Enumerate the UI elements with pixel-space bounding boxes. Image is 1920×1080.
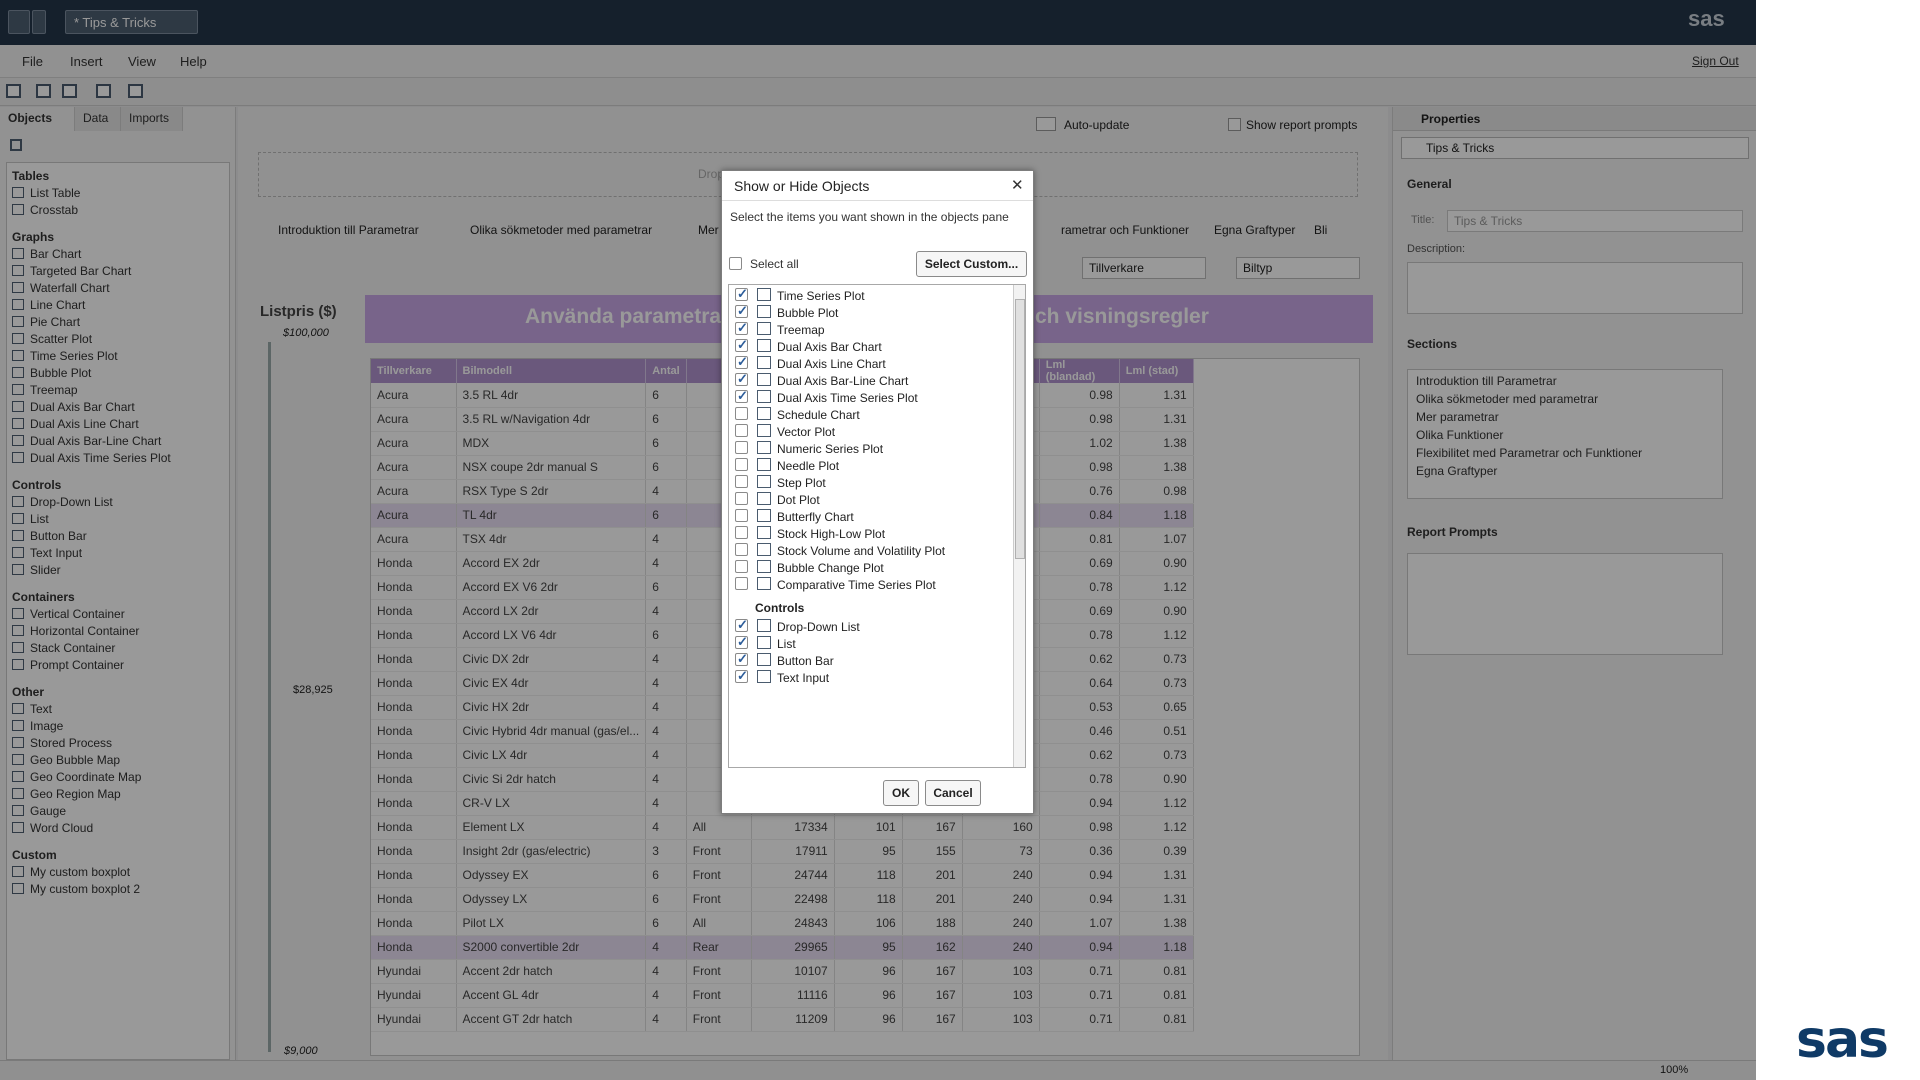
checklist-item-label: Dual Axis Time Series Plot: [777, 391, 918, 405]
checklist-item[interactable]: Text Input: [729, 667, 1009, 688]
checklist-item-label: Dual Axis Bar-Line Chart: [777, 374, 909, 388]
sas-application: * Tips & Tricks sas File Insert View Hel…: [0, 0, 1756, 1080]
ok-button[interactable]: OK: [883, 780, 919, 806]
object-type-icon: [757, 424, 771, 437]
checklist-item-label: Dual Axis Bar Chart: [777, 340, 882, 354]
scrollbar-thumb[interactable]: [1015, 299, 1025, 559]
object-type-icon: [757, 390, 771, 403]
checklist-item-label: Button Bar: [777, 654, 834, 668]
checklist-item-label: Numeric Series Plot: [777, 442, 884, 456]
object-type-icon: [757, 322, 771, 335]
checklist-item[interactable]: Comparative Time Series Plot: [729, 574, 1009, 595]
checklist-item-label: Bubble Plot: [777, 306, 839, 320]
item-checkbox[interactable]: [735, 371, 748, 387]
item-checkbox[interactable]: [735, 424, 748, 437]
checklist-item-label: Dot Plot: [777, 493, 820, 507]
object-type-icon: [757, 526, 771, 539]
item-checkbox[interactable]: [735, 354, 748, 370]
show-hide-objects-dialog: Show or Hide Objects ✕ Select the items …: [721, 170, 1034, 814]
checklist-item-label: List: [777, 637, 796, 651]
object-type-icon: [757, 577, 771, 590]
item-checkbox[interactable]: [735, 441, 748, 454]
checklist-item-label: Schedule Chart: [777, 408, 860, 422]
object-type-icon: [757, 305, 771, 318]
item-checkbox[interactable]: [735, 543, 748, 556]
item-checkbox[interactable]: [735, 651, 748, 667]
item-checkbox[interactable]: [735, 634, 748, 650]
object-type-icon: [757, 619, 771, 632]
checklist-item-label: Vector Plot: [777, 425, 836, 439]
item-checkbox[interactable]: [735, 458, 748, 471]
select-all-checkbox[interactable]: [729, 257, 742, 270]
object-type-icon: [757, 543, 771, 556]
select-custom-button[interactable]: Select Custom...: [916, 251, 1027, 277]
close-icon[interactable]: ✕: [1011, 176, 1024, 194]
select-all-label: Select all: [750, 257, 799, 271]
checklist-item-label: Butterfly Chart: [777, 510, 854, 524]
checklist-item-label: Treemap: [777, 323, 825, 337]
dialog-description: Select the items you want shown in the o…: [730, 210, 1009, 224]
dialog-title: Show or Hide Objects: [722, 171, 1033, 201]
item-checkbox[interactable]: [735, 492, 748, 505]
item-checkbox[interactable]: [735, 509, 748, 522]
item-checkbox[interactable]: [735, 668, 748, 684]
checklist-item-label: Text Input: [777, 671, 830, 685]
object-type-icon: [757, 509, 771, 522]
item-checkbox[interactable]: [735, 577, 748, 590]
object-type-icon: [757, 356, 771, 369]
checklist-item-label: Bubble Change Plot: [777, 561, 884, 575]
checklist-item-label: Stock Volume and Volatility Plot: [777, 544, 946, 558]
controls-section-title: Controls: [755, 601, 805, 615]
object-type-icon: [757, 475, 771, 488]
object-type-icon: [757, 441, 771, 454]
item-checkbox[interactable]: [735, 320, 748, 336]
item-checkbox[interactable]: [735, 286, 748, 302]
object-type-icon: [757, 636, 771, 649]
object-type-icon: [757, 560, 771, 573]
object-type-icon: [757, 653, 771, 666]
checklist-item-label: Time Series Plot: [777, 289, 865, 303]
object-type-icon: [757, 670, 771, 683]
item-checkbox[interactable]: [735, 475, 748, 488]
item-checkbox[interactable]: [735, 337, 748, 353]
object-type-icon: [757, 339, 771, 352]
scrollbar[interactable]: [1013, 285, 1025, 767]
item-checkbox[interactable]: [735, 617, 748, 633]
checklist-item-label: Stock High-Low Plot: [777, 527, 886, 541]
objects-checklist[interactable]: Time Series Plot Bubble Plot Treemap Dual A…: [728, 284, 1026, 768]
sas-logo: sas: [1796, 1010, 1889, 1070]
checklist-item-label: Needle Plot: [777, 459, 840, 473]
object-type-icon: [757, 407, 771, 420]
object-type-icon: [757, 492, 771, 505]
checklist-item-label: Comparative Time Series Plot: [777, 578, 936, 592]
item-checkbox[interactable]: [735, 560, 748, 573]
object-type-icon: [757, 373, 771, 386]
item-checkbox[interactable]: [735, 388, 748, 404]
checklist-item-label: Drop-Down List: [777, 620, 860, 634]
item-checkbox[interactable]: [735, 407, 748, 420]
item-checkbox[interactable]: [735, 526, 748, 539]
item-checkbox[interactable]: [735, 303, 748, 319]
checklist-item-label: Dual Axis Line Chart: [777, 357, 886, 371]
checklist-item-label: Step Plot: [777, 476, 826, 490]
object-type-icon: [757, 458, 771, 471]
object-type-icon: [757, 288, 771, 301]
cancel-button[interactable]: Cancel: [925, 780, 981, 806]
